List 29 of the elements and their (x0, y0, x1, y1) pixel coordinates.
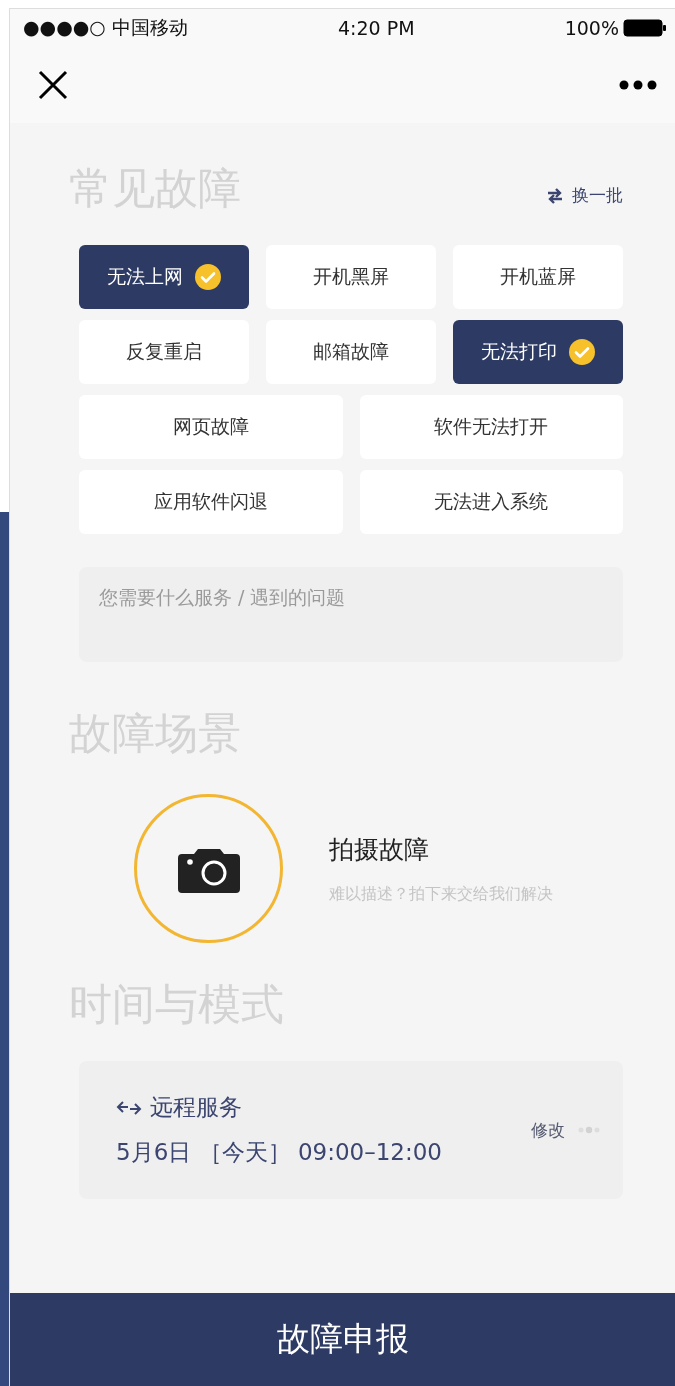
capture-title: 拍摄故障 (329, 833, 430, 866)
check-icon (569, 339, 595, 365)
description-field[interactable]: 您需要什么服务 / 遇到的问题 (79, 567, 623, 662)
fault-chip[interactable]: 无法上网 (79, 245, 249, 309)
dots-icon (577, 1126, 601, 1134)
refresh-button[interactable]: 换一批 (546, 184, 623, 207)
fault-chip[interactable]: 开机蓝屏 (453, 245, 623, 309)
submit-button[interactable]: 故障申报 (10, 1293, 675, 1386)
more-button[interactable] (619, 79, 657, 90)
fault-chip[interactable]: 网页故障 (79, 395, 343, 459)
service-mode: 远程服务 (150, 1093, 242, 1122)
battery-icon (623, 18, 667, 37)
fault-chip[interactable]: 反复重启 (79, 320, 249, 384)
swap-arrows-icon (116, 1099, 142, 1116)
fault-chip[interactable]: 邮箱故障 (266, 320, 436, 384)
swap-icon (546, 187, 564, 204)
service-time: 5月6日 ［今天］ 09:00–12:00 (116, 1138, 442, 1167)
check-icon (195, 264, 221, 290)
fault-chip[interactable]: 无法打印 (453, 320, 623, 384)
carrier-label: ●●●●○ 中国移动 (23, 14, 188, 40)
clock-label: 4:20 PM (338, 16, 415, 39)
fault-chip[interactable]: 无法进入系统 (359, 470, 623, 534)
fault-chip[interactable]: 软件无法打开 (359, 395, 623, 459)
fault-chip[interactable]: 开机黑屏 (266, 245, 436, 309)
close-button[interactable] (38, 69, 68, 100)
fault-chip[interactable]: 应用软件闪退 (79, 470, 343, 534)
camera-button[interactable] (134, 794, 283, 943)
battery-label: 100% (564, 16, 619, 39)
edit-link[interactable]: 修改 (531, 1118, 565, 1142)
